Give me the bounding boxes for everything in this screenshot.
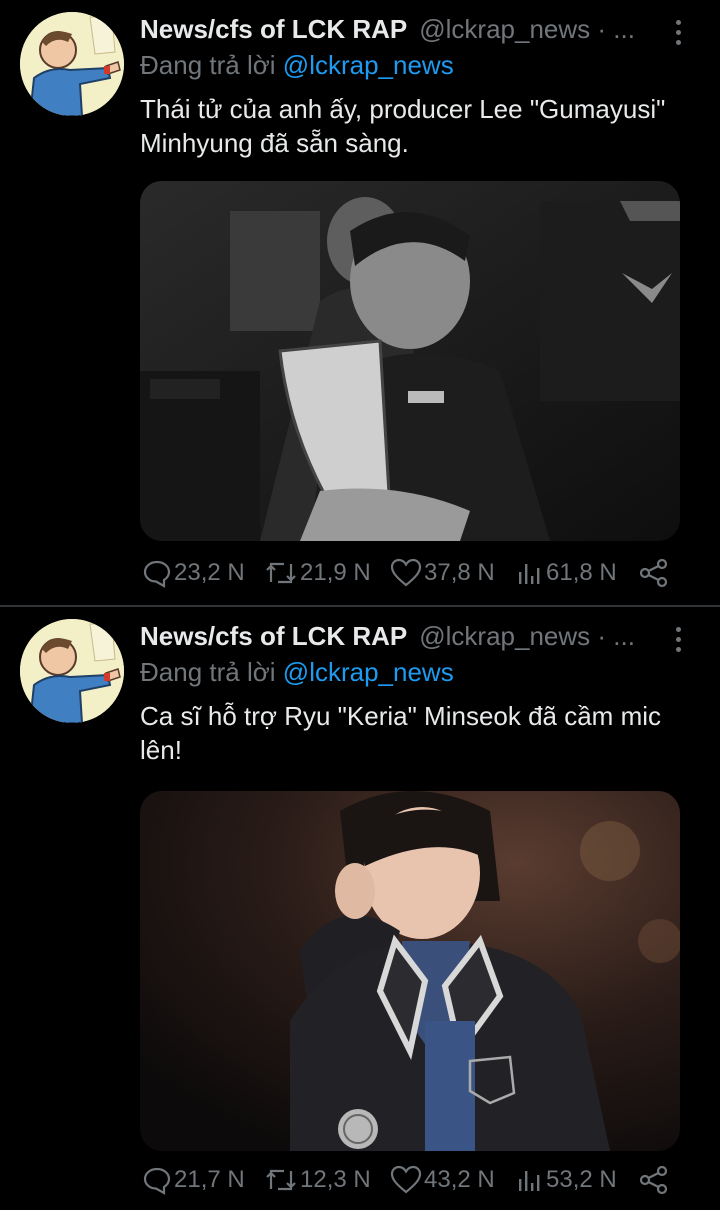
author-handle[interactable]: @lckrap_news · ... xyxy=(419,621,635,651)
like-button[interactable]: 37,8 N xyxy=(390,555,495,591)
photo-color-icon xyxy=(140,791,680,1151)
views-button[interactable]: 53,2 N xyxy=(516,1162,617,1198)
heart-icon xyxy=(390,558,422,587)
reply-icon xyxy=(143,1167,171,1195)
tweet-photo[interactable] xyxy=(140,181,680,541)
author-name[interactable]: News/cfs of LCK RAP xyxy=(140,14,407,44)
tweet-header: News/cfs of LCK RAP @lckrap_news · ... xyxy=(140,14,700,54)
retweet-icon xyxy=(266,562,296,584)
retweet-icon xyxy=(266,1169,296,1191)
reply-count: 23,2 N xyxy=(174,559,245,586)
reply-prefix: Đang trả lời xyxy=(140,50,276,80)
tweet[interactable]: News/cfs of LCK RAP @lckrap_news · ... Đa… xyxy=(0,0,720,605)
more-options-icon[interactable] xyxy=(664,625,692,655)
reply-button[interactable]: 21,7 N xyxy=(142,1162,245,1198)
views-bar-chart-icon xyxy=(519,1171,540,1191)
tweet-actions: 21,7 N 12,3 N 43,2 N 53,2 N xyxy=(140,1162,700,1198)
reply-context: Đang trả lời @lckrap_news xyxy=(140,657,454,688)
reply-context: Đang trả lời @lckrap_news xyxy=(140,50,454,81)
like-count: 37,8 N xyxy=(424,559,495,586)
tweet-text: Thái tử của anh ấy, producer Lee "Gumayu… xyxy=(140,94,666,158)
views-bar-chart-icon xyxy=(519,564,540,584)
like-count: 43,2 N xyxy=(424,1166,495,1193)
avatar[interactable] xyxy=(20,12,124,116)
reply-mention-link[interactable]: @lckrap_news xyxy=(283,50,454,80)
retweet-button[interactable]: 12,3 N xyxy=(264,1162,371,1198)
tweet-header: News/cfs of LCK RAP @lckrap_news · ... xyxy=(140,621,700,661)
author-name[interactable]: News/cfs of LCK RAP xyxy=(140,621,407,651)
tweet[interactable]: News/cfs of LCK RAP @lckrap_news · ... Đa… xyxy=(0,607,720,1210)
tweet-photo[interactable] xyxy=(140,791,680,1151)
views-button[interactable]: 61,8 N xyxy=(516,555,617,591)
photo-grayscale-icon xyxy=(140,181,680,541)
views-count: 53,2 N xyxy=(546,1166,617,1193)
heart-icon xyxy=(390,1165,422,1194)
avatar-image xyxy=(20,619,124,723)
retweet-count: 12,3 N xyxy=(300,1166,371,1193)
tweet-actions: 23,2 N 21,9 N 37,8 N 61,8 N xyxy=(140,555,700,591)
share-button[interactable] xyxy=(638,555,672,591)
retweet-count: 21,9 N xyxy=(300,559,371,586)
retweet-button[interactable]: 21,9 N xyxy=(264,555,371,591)
share-icon xyxy=(639,1165,668,1195)
more-options-icon[interactable] xyxy=(664,18,692,48)
reply-button[interactable]: 23,2 N xyxy=(142,555,245,591)
share-button[interactable] xyxy=(638,1162,672,1198)
reply-count: 21,7 N xyxy=(174,1166,245,1193)
share-icon xyxy=(639,558,668,588)
avatar-image xyxy=(20,12,124,116)
views-count: 61,8 N xyxy=(546,559,617,586)
like-button[interactable]: 43,2 N xyxy=(390,1162,495,1198)
reply-prefix: Đang trả lời xyxy=(140,657,276,687)
reply-icon xyxy=(143,560,171,588)
reply-mention-link[interactable]: @lckrap_news xyxy=(283,657,454,687)
avatar[interactable] xyxy=(20,619,124,723)
author-handle[interactable]: @lckrap_news · ... xyxy=(419,14,635,44)
tweet-text: Ca sĩ hỗ trợ Ryu "Keria" Minseok đã cầm … xyxy=(140,701,662,765)
